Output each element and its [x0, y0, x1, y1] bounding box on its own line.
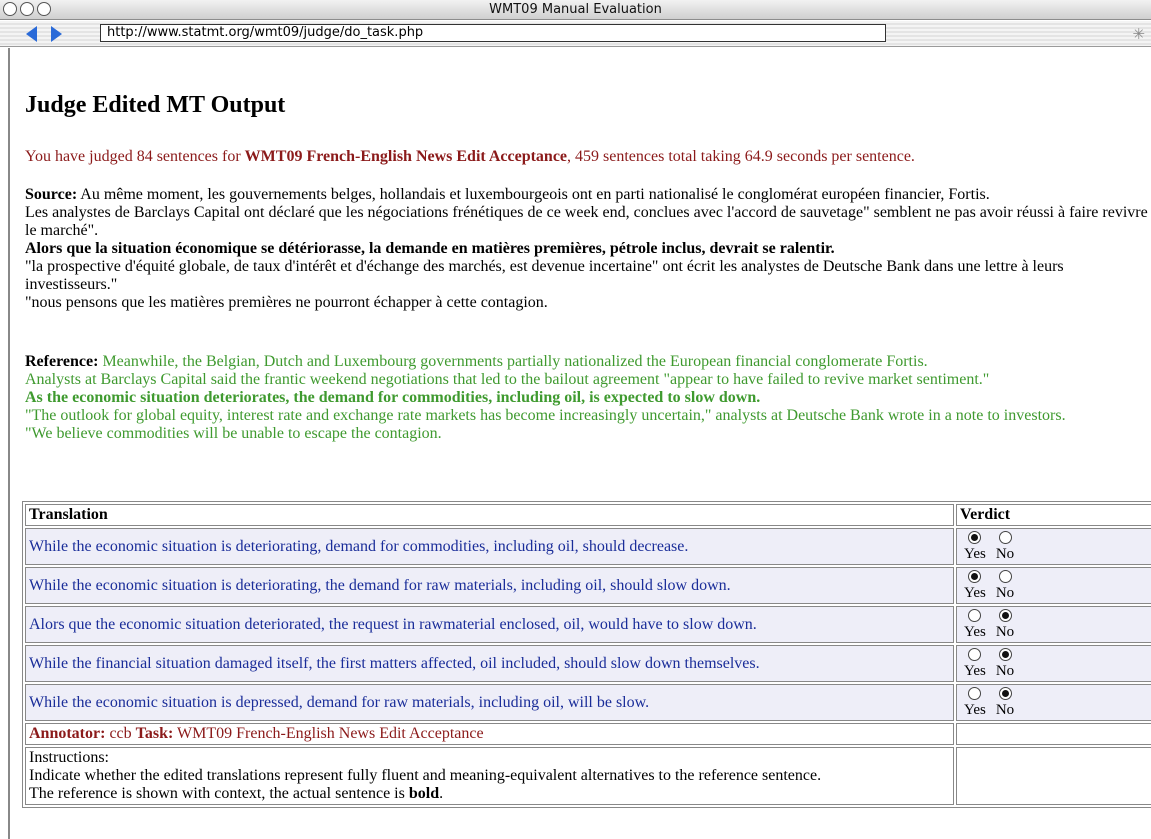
translation-text: While the economic situation is deterior…: [25, 567, 954, 604]
forward-arrow-icon[interactable]: [51, 26, 62, 42]
verdict-no-label: No: [995, 701, 1015, 718]
source-block: Source: Au même moment, les gouvernement…: [25, 186, 1151, 312]
back-arrow-icon[interactable]: [26, 26, 37, 42]
verdict-option-yes: Yes: [964, 686, 986, 718]
verdict-no-radio[interactable]: [998, 530, 1012, 544]
verdict-no-label: No: [995, 584, 1015, 601]
verdict-yes-label: Yes: [964, 662, 986, 679]
loading-spinner-icon: ✳: [1132, 25, 1145, 43]
verdict-option-no: No: [995, 530, 1015, 562]
instructions-empty-cell: [956, 747, 1151, 805]
reference-line: Reference: Meanwhile, the Belgian, Dutch…: [25, 353, 1151, 371]
source-line: Les analystes de Barclays Capital ont dé…: [25, 204, 1148, 239]
annotator-empty-cell: [956, 723, 1151, 745]
reference-block: Reference: Meanwhile, the Belgian, Dutch…: [25, 353, 1151, 443]
verdict-cell: Yes No: [956, 645, 1151, 682]
window-titlebar: WMT09 Manual Evaluation: [0, 0, 1151, 20]
verdict-yes-radio[interactable]: [968, 530, 982, 544]
reference-label: Reference:: [25, 353, 99, 370]
translation-table: Translation Verdict While the economic s…: [22, 501, 1151, 808]
translation-text: While the financial situation damaged it…: [25, 645, 954, 682]
instructions-cell: Instructions: Indicate whether the edite…: [25, 747, 954, 805]
reference-line: Analysts at Barclays Capital said the fr…: [25, 371, 990, 388]
annotator-label: Annotator:: [29, 725, 106, 742]
translation-row: While the financial situation damaged it…: [25, 645, 1151, 682]
verdict-option-no: No: [995, 569, 1015, 601]
instructions-line1: Indicate whether the edited translations…: [29, 767, 822, 784]
instructions-line2: The reference is shown with context, the…: [29, 785, 950, 803]
verdict-no-label: No: [995, 545, 1015, 562]
reference-line-current: As the economic situation deteriorates, …: [25, 389, 761, 406]
verdict-yes-radio[interactable]: [968, 686, 982, 700]
verdict-option-yes: Yes: [964, 608, 986, 640]
verdict-no-radio[interactable]: [998, 686, 1012, 700]
page-content: Judge Edited MT Output You have judged 8…: [8, 48, 1151, 839]
annotator-cell: Annotator: ccb Task: WMT09 French-Englis…: [25, 723, 954, 745]
source-label: Source:: [25, 186, 78, 203]
instructions-row: Instructions: Indicate whether the edite…: [25, 747, 1151, 805]
verdict-yes-radio[interactable]: [968, 647, 982, 661]
verdict-cell: Yes No: [956, 606, 1151, 643]
annotator-value: ccb: [105, 725, 136, 742]
verdict-yes-radio[interactable]: [968, 569, 982, 583]
verdict-option-yes: Yes: [964, 647, 986, 679]
stats-task: WMT09 French-English News Edit Acceptanc…: [244, 148, 568, 165]
source-line: "la prospective d'équité globale, de tau…: [25, 258, 1064, 293]
translation-text: While the economic situation is depresse…: [25, 684, 954, 721]
annotator-row: Annotator: ccb Task: WMT09 French-Englis…: [25, 723, 1151, 745]
url-input[interactable]: http://www.statmt.org/wmt09/judge/do_tas…: [100, 24, 886, 42]
reference-line: "The outlook for global equity, interest…: [25, 407, 1066, 424]
verdict-no-radio[interactable]: [998, 647, 1012, 661]
page-heading: Judge Edited MT Output: [25, 92, 286, 118]
verdict-yes-label: Yes: [964, 545, 986, 562]
task-label: Task:: [135, 725, 174, 742]
translation-header: Translation: [25, 504, 954, 526]
verdict-cell: Yes No: [956, 567, 1151, 604]
verdict-option-no: No: [995, 647, 1015, 679]
table-header-row: Translation Verdict: [25, 504, 1151, 526]
verdict-no-label: No: [995, 623, 1015, 640]
instructions-bold-word: bold: [408, 785, 440, 802]
translation-row: While the economic situation is deterior…: [25, 567, 1151, 604]
verdict-option-yes: Yes: [964, 530, 986, 562]
stats-prefix: You have judged 84 sentences for: [25, 148, 245, 165]
translation-row: While the economic situation is depresse…: [25, 684, 1151, 721]
instructions-period: .: [439, 785, 444, 802]
translation-text: Alors que the economic situation deterio…: [25, 606, 954, 643]
source-line: "nous pensons que les matières premières…: [25, 294, 548, 311]
verdict-cell: Yes No: [956, 528, 1151, 565]
verdict-option-no: No: [995, 608, 1015, 640]
translation-row: Alors que the economic situation deterio…: [25, 606, 1151, 643]
source-sentence: Au même moment, les gouvernements belges…: [77, 186, 990, 203]
verdict-yes-label: Yes: [964, 584, 986, 601]
judgement-stats: You have judged 84 sentences for WMT09 F…: [25, 148, 915, 166]
stats-suffix: , 459 sentences total taking 64.9 second…: [567, 148, 915, 165]
verdict-cell: Yes No: [956, 684, 1151, 721]
verdict-yes-label: Yes: [964, 701, 986, 718]
verdict-option-yes: Yes: [964, 569, 986, 601]
translation-row: While the economic situation is deterior…: [25, 528, 1151, 565]
browser-toolbar: http://www.statmt.org/wmt09/judge/do_tas…: [0, 21, 1151, 47]
verdict-header: Verdict: [956, 504, 1151, 526]
verdict-no-radio[interactable]: [998, 608, 1012, 622]
translation-text: While the economic situation is deterior…: [25, 528, 954, 565]
verdict-option-no: No: [995, 686, 1015, 718]
verdict-no-radio[interactable]: [998, 569, 1012, 583]
source-line-current: Alors que la situation économique se dét…: [25, 240, 835, 257]
instructions-line2-text: The reference is shown with context, the…: [29, 785, 409, 802]
reference-line: "We believe commodities will be unable t…: [25, 425, 442, 442]
verdict-yes-label: Yes: [964, 623, 986, 640]
verdict-no-label: No: [995, 662, 1015, 679]
instructions-title: Instructions:: [29, 749, 109, 766]
source-line: Source: Au même moment, les gouvernement…: [25, 186, 1151, 204]
verdict-yes-radio[interactable]: [968, 608, 982, 622]
reference-sentence: Meanwhile, the Belgian, Dutch and Luxemb…: [98, 353, 928, 370]
task-value: WMT09 French-English News Edit Acceptanc…: [173, 725, 484, 742]
window-title: WMT09 Manual Evaluation: [489, 2, 662, 17]
